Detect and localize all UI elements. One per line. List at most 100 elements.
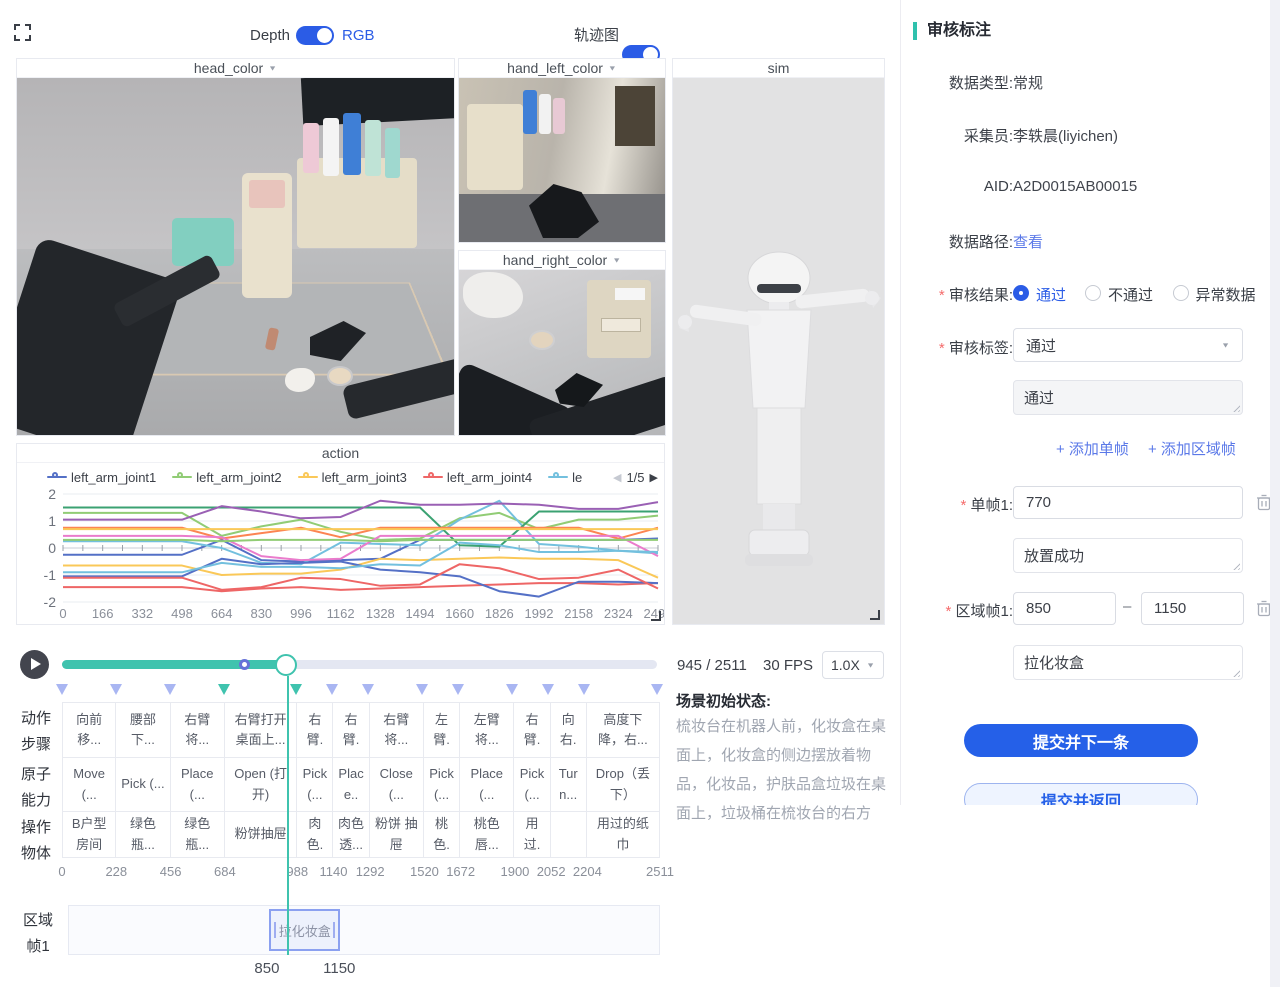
- review-tag-note[interactable]: 通过: [1013, 380, 1243, 415]
- action-step-cell[interactable]: 左 臂.: [424, 702, 460, 758]
- region-right-handle[interactable]: [333, 922, 335, 938]
- region-frame-track[interactable]: 拉化妆盒: [68, 905, 660, 955]
- hand-left-camera-header[interactable]: hand_left_color ▼: [459, 59, 665, 78]
- step-marker-flag[interactable]: [110, 684, 122, 695]
- step-marker-flag[interactable]: [56, 684, 68, 695]
- sim-resize-handle[interactable]: [870, 610, 880, 620]
- object-cell[interactable]: 肉色 透...: [333, 812, 369, 858]
- atomic-ability-cell[interactable]: Tur n...: [551, 758, 587, 812]
- step-marker-flag[interactable]: [164, 684, 176, 695]
- step-marker-flag[interactable]: [290, 684, 302, 695]
- depth-rgb-toggle[interactable]: [296, 26, 334, 45]
- progress-slider-handle[interactable]: [275, 654, 297, 676]
- single-frame-input[interactable]: 770: [1013, 486, 1243, 519]
- object-cell[interactable]: B户型 房间: [62, 812, 116, 858]
- submit-next-button[interactable]: 提交并下一条: [964, 724, 1198, 757]
- step-marker-flag[interactable]: [452, 684, 464, 695]
- action-step-cell[interactable]: 右 臂.: [514, 702, 550, 758]
- sim-viewport[interactable]: [673, 78, 884, 624]
- hand-right-camera-header[interactable]: hand_right_color ▼: [459, 251, 665, 270]
- chart-legend: left_arm_joint1 left_arm_joint2 left_arm_j…: [47, 466, 610, 488]
- object-cell[interactable]: 粉饼 抽屉: [370, 812, 424, 858]
- resize-grip-icon[interactable]: [1231, 668, 1240, 677]
- review-tag-select[interactable]: 通过 ▼: [1013, 328, 1243, 362]
- legend-next-icon[interactable]: ▶: [650, 471, 658, 484]
- legend-item[interactable]: le: [548, 470, 582, 485]
- play-button[interactable]: [20, 650, 49, 679]
- action-line-chart[interactable]: 210-1-2016633249866483099611621328149416…: [17, 488, 664, 624]
- atomic-ability-cell[interactable]: Pick (...: [424, 758, 460, 812]
- legend-prev-icon[interactable]: ◀: [613, 471, 621, 484]
- action-step-cell[interactable]: 右 臂.: [297, 702, 333, 758]
- review-result-option-label[interactable]: 异常数据: [1196, 284, 1256, 305]
- action-step-cell[interactable]: 向前 移...: [62, 702, 116, 758]
- action-step-cell[interactable]: 高度下 降，右...: [587, 702, 660, 758]
- atomic-ability-cell[interactable]: Move (...: [62, 758, 116, 812]
- region-end-input[interactable]: 1150: [1141, 592, 1244, 625]
- step-marker-flag[interactable]: [506, 684, 518, 695]
- atomic-ability-cell[interactable]: Drop（丢 下）: [587, 758, 660, 812]
- region-left-handle[interactable]: [274, 922, 276, 938]
- object-cell[interactable]: 用 过.: [514, 812, 550, 858]
- axis-tick-label: 1140: [319, 864, 347, 879]
- speed-select[interactable]: 1.0X ▼: [822, 651, 884, 679]
- review-result-radio[interactable]: [1173, 285, 1189, 301]
- action-step-cell[interactable]: 右 臂.: [333, 702, 369, 758]
- hand-left-camera-image: [459, 78, 665, 242]
- object-cell[interactable]: 绿色 瓶...: [116, 812, 170, 858]
- field-label: 采集员:: [907, 125, 1013, 146]
- legend-item[interactable]: left_arm_joint4: [423, 470, 532, 485]
- step-marker-flag[interactable]: [218, 684, 230, 695]
- single-frame-note[interactable]: 放置成功: [1013, 538, 1243, 573]
- step-marker-flag[interactable]: [416, 684, 428, 695]
- region-frame-note[interactable]: 拉化妆盒: [1013, 645, 1243, 680]
- step-marker-flag[interactable]: [651, 684, 663, 695]
- atomic-ability-cell[interactable]: Close (...: [370, 758, 424, 812]
- legend-item[interactable]: left_arm_joint2: [172, 470, 281, 485]
- atomic-ability-cell[interactable]: Pick (...: [514, 758, 550, 812]
- add-single-frame-link[interactable]: + 添加单帧: [1056, 438, 1129, 459]
- chevron-down-icon: ▼: [608, 64, 617, 72]
- svg-text:0: 0: [59, 606, 66, 621]
- object-cell[interactable]: 绿色 瓶...: [171, 812, 225, 858]
- chevron-down-icon: ▼: [268, 64, 277, 72]
- region-start-input[interactable]: 850: [1013, 592, 1116, 625]
- resize-grip-icon[interactable]: [1231, 561, 1240, 570]
- resize-grip-icon[interactable]: [1231, 403, 1240, 412]
- atomic-ability-cell[interactable]: Plac e..: [333, 758, 369, 812]
- head-camera-header[interactable]: head_color ▼: [17, 59, 454, 78]
- review-result-radio[interactable]: [1013, 285, 1029, 301]
- atomic-ability-cell[interactable]: Place (...: [171, 758, 225, 812]
- action-step-cell[interactable]: 左臂 将...: [460, 702, 514, 758]
- step-marker-flag[interactable]: [542, 684, 554, 695]
- legend-item[interactable]: left_arm_joint1: [47, 470, 156, 485]
- region-frame-segment[interactable]: 拉化妆盒: [269, 909, 340, 951]
- atomic-ability-cell[interactable]: Pick (...: [116, 758, 170, 812]
- atomic-ability-cell[interactable]: Place (...: [460, 758, 514, 812]
- object-cell[interactable]: [551, 812, 587, 858]
- action-step-cell[interactable]: 腰部 下...: [116, 702, 170, 758]
- object-cell[interactable]: 桃 色.: [424, 812, 460, 858]
- row-label-objects: 操作物体: [16, 815, 56, 867]
- review-result-option-label[interactable]: 通过: [1036, 284, 1066, 305]
- review-result-radio[interactable]: [1085, 285, 1101, 301]
- chart-resize-handle[interactable]: [651, 611, 661, 621]
- add-region-frame-link[interactable]: + 添加区域帧: [1148, 438, 1236, 459]
- object-cell[interactable]: 肉 色.: [297, 812, 333, 858]
- action-step-cell[interactable]: 向 右.: [551, 702, 587, 758]
- review-result-option-label[interactable]: 不通过: [1108, 284, 1153, 305]
- data-path-view-link[interactable]: 查看: [1013, 231, 1043, 252]
- step-marker-flag[interactable]: [362, 684, 374, 695]
- object-cell[interactable]: 桃色 唇...: [460, 812, 514, 858]
- panel-scrollbar[interactable]: [1270, 0, 1280, 987]
- fullscreen-icon[interactable]: [14, 24, 31, 41]
- step-marker-flag[interactable]: [326, 684, 338, 695]
- action-step-cell[interactable]: 右臂 将...: [171, 702, 225, 758]
- step-marker-flag[interactable]: [578, 684, 590, 695]
- atomic-ability-cell[interactable]: Pick (...: [297, 758, 333, 812]
- action-step-cell[interactable]: 右臂 将...: [370, 702, 424, 758]
- object-cell[interactable]: 用过的纸 巾: [587, 812, 660, 858]
- legend-item[interactable]: left_arm_joint3: [298, 470, 407, 485]
- sim-title: sim: [768, 60, 790, 76]
- submit-return-button[interactable]: 提交并返回: [964, 783, 1198, 805]
